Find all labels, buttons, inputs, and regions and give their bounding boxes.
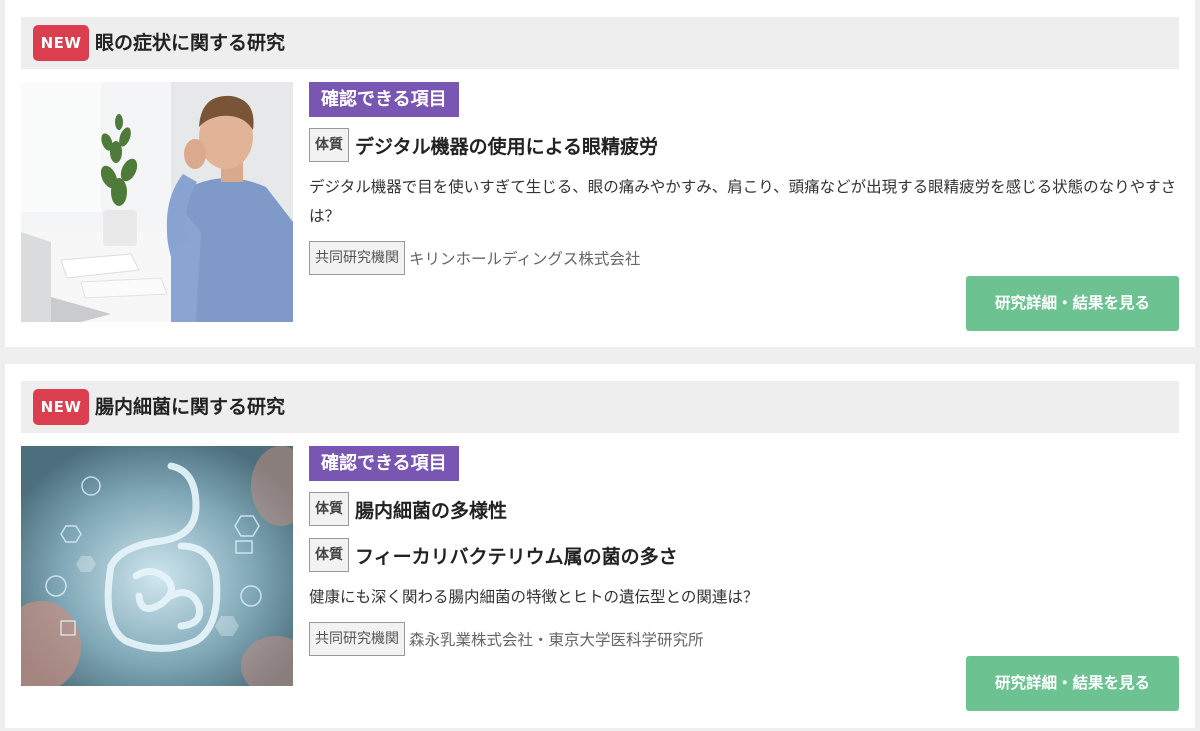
study-card: NEW 腸内細菌に関する研究 確認できる項目 体質 腸内細菌の多様性 体質 フィ… (5, 364, 1195, 728)
org-label: 共同研究機関 (309, 241, 405, 275)
item-tag: 体質 (309, 128, 349, 162)
item-text: フィーカリバクテリウム属の菌の多さ (355, 545, 678, 568)
study-thumbnail (21, 82, 293, 322)
org-name: キリンホールディングス株式会社 (409, 250, 641, 268)
card-header: NEW 腸内細菌に関する研究 (21, 381, 1179, 433)
org-label: 共同研究機関 (309, 622, 405, 656)
checkable-items-label: 確認できる項目 (309, 446, 459, 481)
item-tag: 体質 (309, 492, 349, 526)
study-description: デジタル機器で目を使いすぎて生じる、眼の痛みやかすみ、肩こり、頭痛などが出現する… (309, 178, 1177, 225)
checkable-items-label: 確認できる項目 (309, 82, 459, 117)
item-text: デジタル機器の使用による眼精疲労 (355, 135, 659, 158)
new-badge: NEW (33, 389, 89, 425)
org-row: 共同研究機関 キリンホールディングス株式会社 (309, 241, 1179, 275)
study-item: 体質 腸内細菌の多様性 (309, 491, 1179, 527)
view-details-button[interactable]: 研究詳細・結果を見る (966, 656, 1179, 711)
new-badge: NEW (33, 25, 89, 61)
org-name: 森永乳業株式会社・東京大学医科学研究所 (409, 631, 704, 649)
org-row: 共同研究機関 森永乳業株式会社・東京大学医科学研究所 (309, 622, 1179, 656)
study-thumbnail (21, 446, 293, 686)
study-content: 確認できる項目 体質 デジタル機器の使用による眼精疲労 デジタル機器で目を使いす… (309, 82, 1179, 275)
item-text: 腸内細菌の多様性 (355, 499, 508, 522)
study-content: 確認できる項目 体質 腸内細菌の多様性 体質 フィーカリバクテリウム属の菌の多さ… (309, 446, 1179, 656)
study-title: 腸内細菌に関する研究 (95, 396, 286, 418)
view-details-button[interactable]: 研究詳細・結果を見る (966, 276, 1179, 331)
study-item: 体質 デジタル機器の使用による眼精疲労 (309, 127, 1179, 163)
item-tag: 体質 (309, 538, 349, 572)
study-description: 健康にも深く関わる腸内細菌の特徴とヒトの遺伝型との関連は？ (309, 588, 759, 606)
card-header: NEW 眼の症状に関する研究 (21, 17, 1179, 69)
study-title: 眼の症状に関する研究 (95, 32, 286, 54)
study-card: NEW 眼の症状に関する研究 確認できる項目 体質 デジタル機器の使用による眼精… (5, 0, 1195, 347)
study-item: 体質 フィーカリバクテリウム属の菌の多さ (309, 537, 1179, 573)
